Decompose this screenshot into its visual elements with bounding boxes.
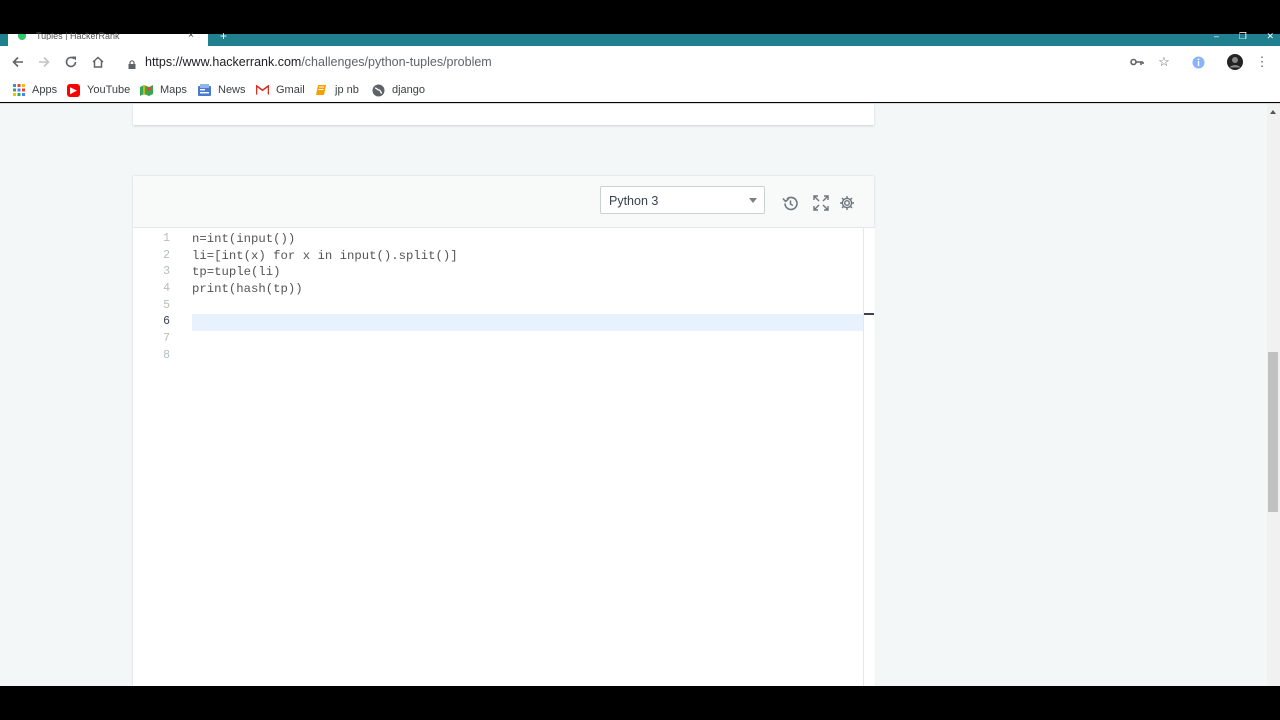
url-text[interactable]: https://www.hackerrank.com/challenges/py… bbox=[145, 55, 492, 69]
line-number: 1 bbox=[163, 232, 170, 245]
close-window-icon[interactable]: ✕ bbox=[1266, 32, 1274, 40]
profile-icon[interactable] bbox=[1227, 54, 1243, 70]
reload-icon[interactable] bbox=[61, 52, 81, 72]
restore-code-icon[interactable] bbox=[781, 194, 799, 212]
line-number: 4 bbox=[163, 282, 170, 295]
line-number: 5 bbox=[163, 299, 170, 312]
code-line[interactable]: li=[int(x) for x in input().split()] bbox=[192, 248, 458, 265]
line-number: 7 bbox=[163, 332, 170, 345]
url-path: /challenges/python-tuples/problem bbox=[301, 55, 492, 69]
restore-icon[interactable]: ❐ bbox=[1239, 32, 1247, 40]
problem-card-bottom bbox=[133, 104, 874, 125]
bookmark-django[interactable]: django bbox=[372, 82, 425, 98]
bookmark-jpnb[interactable]: jp nb bbox=[315, 82, 359, 98]
news-icon bbox=[198, 84, 211, 97]
settings-gear-icon[interactable] bbox=[838, 194, 856, 212]
line-number: 3 bbox=[163, 265, 170, 278]
letterbox-top bbox=[0, 0, 1280, 34]
window-controls[interactable]: – ❐ ✕ bbox=[1214, 32, 1274, 40]
bookmark-gmail[interactable]: Gmail bbox=[256, 82, 305, 98]
scroll-up-arrow-icon[interactable] bbox=[1270, 110, 1276, 114]
extension-icon[interactable] bbox=[1190, 54, 1206, 70]
bookmark-youtube[interactable]: ▶ YouTube bbox=[67, 82, 130, 98]
language-select-value: Python 3 bbox=[609, 194, 659, 208]
bookmark-label: jp nb bbox=[335, 84, 359, 96]
fullscreen-icon[interactable] bbox=[812, 194, 830, 212]
bookmark-maps[interactable]: Maps bbox=[140, 82, 187, 98]
bookmark-label: django bbox=[392, 84, 426, 96]
editor-scrollbar[interactable] bbox=[863, 228, 875, 686]
bookmark-label: YouTube bbox=[87, 84, 131, 96]
new-tab-button[interactable]: + bbox=[220, 30, 227, 42]
bookmark-label: News bbox=[218, 84, 246, 96]
forward-icon[interactable] bbox=[34, 52, 54, 72]
chevron-down-icon bbox=[749, 198, 757, 203]
apps-grid-icon bbox=[12, 84, 25, 97]
bookmark-folder-icon bbox=[315, 84, 328, 97]
lock-icon[interactable] bbox=[128, 56, 136, 69]
gmail-icon bbox=[256, 84, 269, 97]
url-domain: https://www.hackerrank.com bbox=[145, 55, 302, 69]
home-icon[interactable] bbox=[88, 52, 108, 72]
code-line[interactable]: tp=tuple(li) bbox=[192, 264, 281, 281]
minimize-icon[interactable]: – bbox=[1214, 32, 1219, 40]
bookmark-label: Maps bbox=[160, 84, 187, 96]
bookmarks-bar bbox=[0, 78, 1280, 102]
line-number: 8 bbox=[163, 349, 170, 362]
bookmark-label: Gmail bbox=[276, 84, 305, 96]
tab-close-icon[interactable]: × bbox=[188, 31, 194, 41]
maps-icon bbox=[140, 84, 153, 97]
bookmark-news[interactable]: News bbox=[198, 82, 246, 98]
bookmark-apps[interactable]: Apps bbox=[12, 82, 57, 98]
key-icon[interactable] bbox=[1129, 54, 1145, 70]
code-line[interactable]: n=int(input()) bbox=[192, 231, 295, 248]
editor-scroll-marker bbox=[864, 313, 874, 315]
globe-icon bbox=[372, 84, 385, 97]
page-scrollbar-thumb[interactable] bbox=[1268, 352, 1278, 512]
line-number: 2 bbox=[163, 249, 170, 262]
menu-icon[interactable]: ⋮ bbox=[1254, 54, 1270, 70]
code-line[interactable]: print(hash(tp)) bbox=[192, 281, 303, 298]
active-line-highlight bbox=[192, 314, 863, 331]
star-icon[interactable]: ☆ bbox=[1156, 54, 1172, 70]
bookmark-label: Apps bbox=[32, 84, 58, 96]
back-icon[interactable] bbox=[8, 52, 28, 72]
line-number-active: 6 bbox=[163, 315, 170, 328]
tab-title: Tuples | HackerRank bbox=[36, 32, 120, 40]
youtube-icon: ▶ bbox=[67, 83, 80, 97]
letterbox-bottom bbox=[0, 686, 1280, 720]
